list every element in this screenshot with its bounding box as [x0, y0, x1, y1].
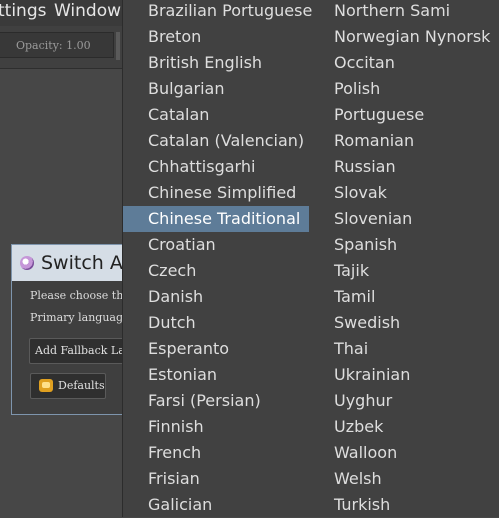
language-option[interactable]: Brazilian Portuguese: [123, 0, 312, 24]
defaults-button[interactable]: Defaults: [30, 373, 106, 399]
language-option[interactable]: Turkish: [309, 492, 499, 518]
language-option[interactable]: Polish: [309, 76, 499, 102]
language-option[interactable]: Frisian: [123, 466, 309, 492]
language-option[interactable]: Chhattisgarhi: [123, 154, 309, 180]
language-option[interactable]: Czech: [123, 258, 309, 284]
language-option[interactable]: Swedish: [309, 310, 499, 336]
dialog-title: Switch Ap: [41, 252, 135, 274]
app-icon: [20, 256, 34, 270]
language-option[interactable]: French: [123, 440, 309, 466]
language-option[interactable]: Tajik: [309, 258, 499, 284]
menu-settings[interactable]: ttings: [0, 1, 46, 21]
language-option[interactable]: Uyghur: [309, 388, 499, 414]
language-option[interactable]: Tamil: [309, 284, 499, 310]
language-option[interactable]: Welsh: [309, 466, 499, 492]
dialog-titlebar[interactable]: Switch Ap: [12, 245, 135, 281]
language-option[interactable]: Danish: [123, 284, 309, 310]
language-option[interactable]: Northern Sami: [309, 0, 499, 24]
defaults-icon: [39, 379, 53, 392]
menu-window[interactable]: Window: [54, 1, 121, 21]
language-option[interactable]: Slovenian: [309, 206, 499, 232]
language-option[interactable]: Catalan: [123, 102, 309, 128]
switch-language-dialog: Switch Ap Please choose the la Primary l…: [11, 244, 143, 415]
toolbar-separator: [116, 32, 120, 60]
language-option[interactable]: Chinese Simplified: [123, 180, 309, 206]
language-dropdown-list[interactable]: Brazilian Portuguese Breton British Englis…: [122, 0, 499, 517]
primary-language-label: Primary language:: [30, 311, 134, 324]
language-option[interactable]: Russian: [309, 154, 499, 180]
language-option[interactable]: Bulgarian: [123, 76, 309, 102]
language-option[interactable]: Romanian: [309, 128, 499, 154]
language-option[interactable]: Portuguese: [309, 102, 499, 128]
language-option[interactable]: Farsi (Persian): [123, 388, 309, 414]
language-option[interactable]: Slovak: [309, 180, 499, 206]
language-option[interactable]: Galician: [123, 492, 309, 518]
language-option[interactable]: Ukrainian: [309, 362, 499, 388]
language-option[interactable]: Uzbek: [309, 414, 499, 440]
language-option[interactable]: Chinese Traditional: [123, 206, 309, 232]
language-option[interactable]: British English: [123, 50, 309, 76]
language-option[interactable]: Occitan: [309, 50, 499, 76]
defaults-label: Defaults: [58, 379, 105, 392]
language-option[interactable]: Estonian: [123, 362, 309, 388]
language-option[interactable]: Breton: [123, 24, 309, 50]
language-option[interactable]: Finnish: [123, 414, 309, 440]
language-option[interactable]: Esperanto: [123, 336, 309, 362]
opacity-field[interactable]: Opacity: 1.00: [0, 32, 114, 58]
language-option[interactable]: Croatian: [123, 232, 309, 258]
language-option[interactable]: Thai: [309, 336, 499, 362]
language-option[interactable]: Catalan (Valencian): [123, 128, 309, 154]
language-option[interactable]: Norwegian Nynorsk: [309, 24, 499, 50]
language-option[interactable]: Dutch: [123, 310, 309, 336]
language-option[interactable]: Spanish: [309, 232, 499, 258]
language-option[interactable]: Walloon: [309, 440, 499, 466]
